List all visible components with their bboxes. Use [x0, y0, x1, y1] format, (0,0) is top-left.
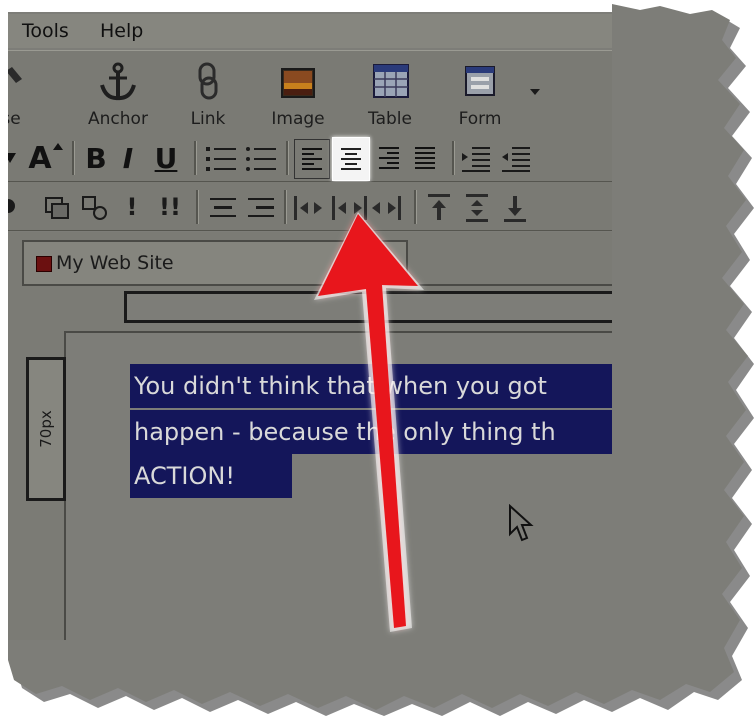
screenshot-stage: Tools Help vse Anchor — [0, 0, 754, 716]
annotation-arrow — [314, 212, 424, 632]
